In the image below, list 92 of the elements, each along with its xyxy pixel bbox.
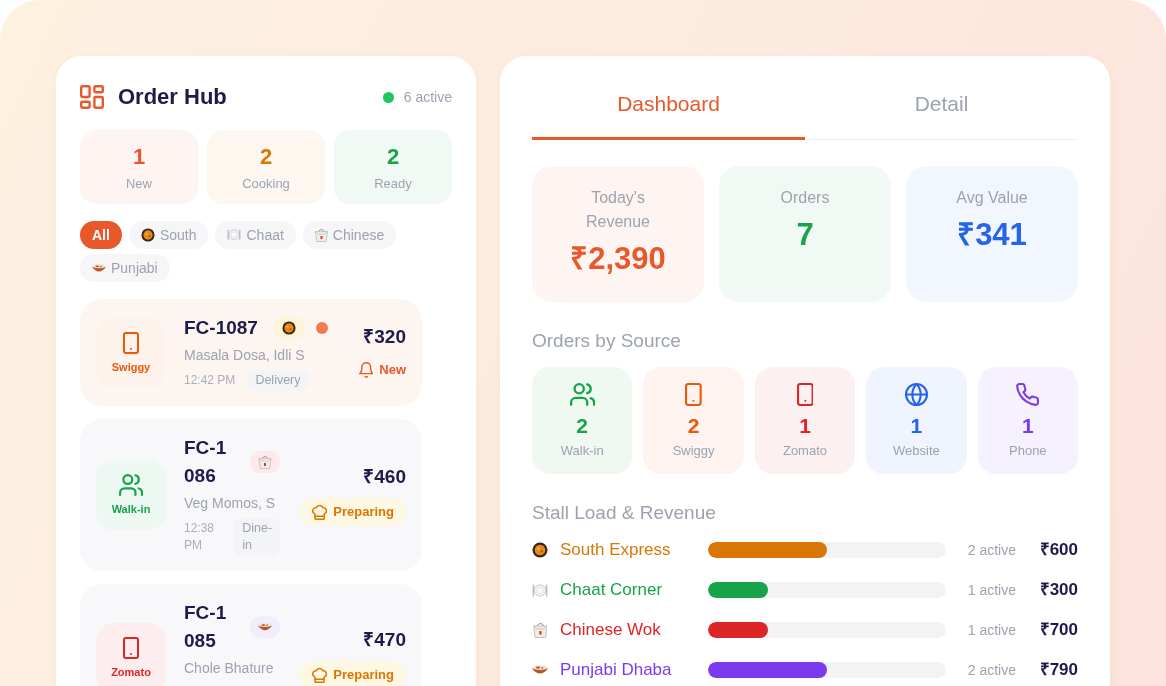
filter-chip[interactable]: Punjabi	[80, 254, 170, 282]
order-card[interactable]: Walk-in FC-1086 Veg Momos, S 12:38 PM Dine-in ₹460 Preparing	[80, 419, 422, 571]
service-type: Dine-in	[234, 518, 281, 556]
chef-hat-icon	[312, 666, 328, 683]
active-count: 2 active	[966, 660, 1016, 680]
order-total: ₹320	[363, 324, 406, 349]
metric-value: ₹2,390	[569, 241, 667, 277]
bowl-icon	[250, 616, 281, 638]
source-count: 1	[910, 414, 923, 438]
stall-revenue: ₹300	[1038, 579, 1078, 602]
order-id: FC-1086	[184, 436, 228, 488]
source-label: Walk-in	[560, 442, 604, 460]
stall-revenue: ₹600	[1038, 539, 1078, 562]
status-dot-icon	[315, 322, 328, 334]
status-label: Preparing	[333, 504, 394, 520]
filter-chip[interactable]: South	[128, 221, 209, 249]
plate-icon	[227, 229, 242, 241]
status-label: Preparing	[333, 666, 394, 683]
order-id: FC-1085	[184, 601, 228, 653]
source-label: Website	[893, 442, 940, 460]
service-type: Delivery	[247, 370, 309, 391]
source-count: 2	[576, 414, 589, 438]
source-count: 1	[1021, 414, 1034, 438]
stall-revenue: ₹790	[1038, 659, 1078, 682]
source-count: 1	[799, 414, 811, 438]
source-label: Walk-in	[111, 502, 151, 516]
smartphone-icon	[123, 636, 139, 659]
stat-label: Cooking	[241, 175, 291, 193]
bowl-icon	[532, 665, 548, 675]
stall-name: Punjabi Dhaba	[560, 659, 673, 681]
smartphone-icon	[123, 331, 139, 354]
order-items: Veg Momos, S	[184, 494, 277, 513]
source-count: 2	[687, 414, 700, 438]
filter-chip[interactable]: Chaat	[215, 221, 296, 249]
people-icon	[118, 474, 144, 496]
section-heading: Orders by Source	[532, 330, 682, 352]
metric-value: 7	[795, 217, 815, 253]
order-card[interactable]: Zomato FC-1085 Chole Bhature ₹470 Preparing	[80, 584, 422, 686]
status-label: New	[379, 361, 406, 378]
metric-label: Orders	[779, 188, 831, 208]
dish-icon	[532, 542, 548, 558]
stall-name: Chaat Corner	[560, 579, 664, 601]
stall-name: Chinese Wok	[560, 619, 662, 641]
order-card[interactable]: Swiggy FC-1087 Masala Dosa, Idli S 12:42 PM Delivery ₹320 New	[80, 299, 422, 406]
source-label: Swiggy	[672, 442, 715, 460]
order-items: Chole Bhature	[184, 659, 275, 678]
dish-icon	[140, 228, 155, 242]
source-label: Phone	[1009, 442, 1047, 460]
bell-icon	[358, 361, 374, 378]
active-count: 1 active	[966, 580, 1016, 600]
source-label: Swiggy	[111, 359, 151, 374]
dashboard-grid-icon	[80, 85, 104, 109]
panel-title: Order Hub	[118, 83, 227, 111]
people-icon	[569, 383, 595, 406]
stat-label: Ready	[373, 175, 413, 193]
chef-hat-icon	[312, 504, 328, 520]
filter-chip[interactable]: All	[80, 221, 122, 249]
order-time: 12:38 PM	[184, 520, 216, 554]
stall-name: South Express	[560, 539, 672, 561]
smartphone-icon	[796, 383, 814, 406]
status-dot-icon	[382, 91, 394, 103]
source-label: Zomato	[111, 664, 151, 679]
stat-value: 2	[385, 144, 401, 170]
takeout-box-icon	[532, 622, 548, 638]
active-count: 2 active	[966, 540, 1016, 560]
order-id: FC-1087	[184, 316, 258, 340]
takeout-box-icon	[314, 228, 328, 242]
tab[interactable]: Detail	[805, 80, 1078, 140]
stat-value: 2	[258, 144, 274, 170]
stall-revenue: ₹700	[1038, 619, 1078, 642]
stat-label: New	[125, 175, 153, 193]
globe-icon	[904, 383, 928, 406]
source-label: Zomato	[782, 442, 828, 460]
dish-icon	[273, 317, 304, 339]
takeout-box-icon	[250, 451, 281, 473]
bowl-icon	[92, 263, 106, 273]
order-total: ₹470	[363, 627, 406, 652]
metric-label: Avg Value	[955, 188, 1029, 208]
order-total: ₹460	[363, 465, 406, 489]
filter-chip[interactable]: Chinese	[302, 221, 397, 249]
section-heading: Stall Load & Revenue	[532, 502, 717, 524]
plate-icon	[532, 583, 548, 597]
metric-value: ₹341	[956, 217, 1028, 253]
phone-icon	[1016, 383, 1040, 406]
tab[interactable]: Dashboard	[532, 80, 805, 140]
metric-label: Today's Revenue	[584, 188, 651, 232]
order-items: Masala Dosa, Idli S	[184, 346, 306, 365]
active-count: 1 active	[966, 620, 1016, 640]
stat-value: 1	[131, 144, 147, 170]
order-time: 12:42 PM	[184, 372, 236, 389]
active-count: 6 active	[403, 87, 452, 107]
smartphone-icon	[685, 383, 702, 406]
